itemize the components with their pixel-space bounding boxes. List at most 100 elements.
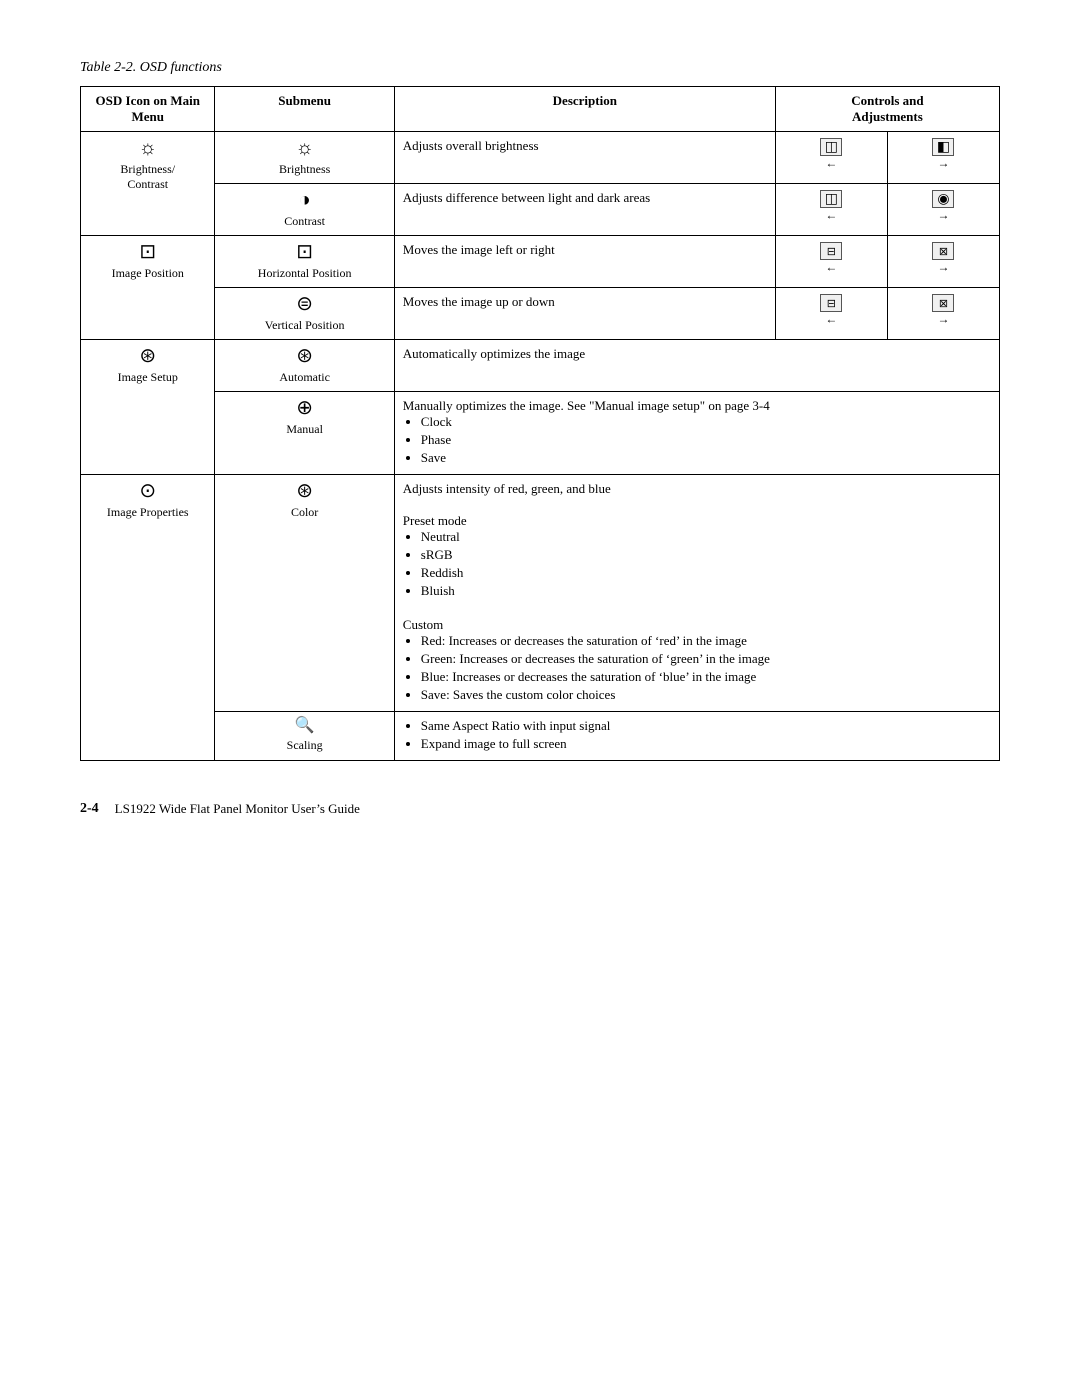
submenu-horiz-pos: ⊡ Horizontal Position — [215, 236, 394, 288]
contrast-icon: ◑ — [299, 190, 311, 210]
header-col1-line2: Menu — [131, 109, 164, 124]
submenu-brightness: ☼ Brightness — [215, 132, 394, 184]
image-position-label: Image Position — [112, 266, 184, 281]
ctrl-arrow-cr: → — [937, 208, 949, 223]
desc-horiz-pos: Moves the image left or right — [394, 236, 775, 288]
contrast-label: Contrast — [284, 214, 325, 229]
table-row: 🔍 Scaling Same Aspect Ratio with input s… — [81, 712, 1000, 761]
ctrl-arrow-hl: ← — [825, 260, 837, 275]
ctrl-arrow-bl: ← — [825, 156, 837, 171]
custom-green: Green: Increases or decreases the satura… — [421, 651, 991, 667]
scaling-expand: Expand image to full screen — [421, 736, 991, 752]
custom-bullets: Red: Increases or decreases the saturati… — [403, 633, 991, 703]
submenu-manual: ⊕ Manual — [215, 392, 394, 475]
custom-blue: Blue: Increases or decreases the saturat… — [421, 669, 991, 685]
vert-pos-label: Vertical Position — [265, 318, 345, 333]
brightness-contrast-icon: ☼ — [139, 138, 157, 158]
table-row: ⊛ Image Setup ⊛ Automatic Automatically … — [81, 340, 1000, 392]
desc-vert-pos: Moves the image up or down — [394, 288, 775, 340]
image-position-icon: ⊡ — [139, 242, 156, 262]
scaling-icon: 🔍 — [295, 718, 315, 734]
submenu-contrast: ◑ Contrast — [215, 184, 394, 236]
preset-neutral: Neutral — [421, 529, 991, 545]
ctrl-icon-hr: ⊠ — [932, 242, 954, 260]
ctrl-vert-right: ⊠ → — [887, 288, 999, 340]
ctrl-arrow-cl: ← — [825, 208, 837, 223]
preset-reddish: Reddish — [421, 565, 991, 581]
ctrl-brightness-right: ◧ → — [887, 132, 999, 184]
preset-mode-bullets: Neutral sRGB Reddish Bluish — [403, 529, 991, 599]
ctrl-arrow-br: → — [937, 156, 949, 171]
image-properties-label: Image Properties — [107, 505, 189, 520]
ctrl-icon-bl: ◫ — [820, 138, 842, 156]
table-row: ⊜ Vertical Position Moves the image up o… — [81, 288, 1000, 340]
scaling-bullets: Same Aspect Ratio with input signal Expa… — [403, 718, 991, 752]
manual-label: Manual — [286, 422, 323, 437]
brightness-label: Brightness — [279, 162, 330, 177]
ctrl-icon-vl: ⊟ — [820, 294, 842, 312]
table-title: Table 2-2. OSD functions — [80, 60, 1000, 76]
ctrl-contrast-right: ◉ → — [887, 184, 999, 236]
ctrl-brightness-left: ◫ ← — [775, 132, 887, 184]
automatic-label: Automatic — [279, 370, 330, 385]
manual-bullets: Clock Phase Save — [403, 414, 991, 466]
footer-text: LS1922 Wide Flat Panel Monitor User’s Gu… — [115, 801, 360, 817]
horiz-pos-icon: ⊡ — [296, 242, 313, 262]
ctrl-icon-hl: ⊟ — [820, 242, 842, 260]
desc-contrast: Adjusts difference between light and dar… — [394, 184, 775, 236]
manual-bullet-clock: Clock — [421, 414, 991, 430]
desc-manual: Manually optimizes the image. See "Manua… — [394, 392, 999, 475]
footer: 2-4 LS1922 Wide Flat Panel Monitor User’… — [80, 801, 1000, 817]
ctrl-vert-left: ⊟ ← — [775, 288, 887, 340]
table-row: ⊕ Manual Manually optimizes the image. S… — [81, 392, 1000, 475]
ctrl-horiz-right: ⊠ → — [887, 236, 999, 288]
table-row: ⊡ Image Position ⊡ Horizontal Position M… — [81, 236, 1000, 288]
ctrl-icon-cl: ◫ — [820, 190, 842, 208]
header-col4-line1: Controls and — [851, 93, 923, 108]
header-col1-line1: OSD Icon on Main — [96, 93, 200, 108]
ctrl-icon-cr: ◉ — [932, 190, 954, 208]
desc-color: Adjusts intensity of red, green, and blu… — [394, 475, 999, 712]
main-icon-image-position: ⊡ Image Position — [81, 236, 215, 340]
image-setup-label: Image Setup — [118, 370, 178, 385]
header-col4-line2: Adjustments — [852, 109, 923, 124]
horiz-pos-label: Horizontal Position — [258, 266, 352, 281]
table-row: ⊙ Image Properties ⊛ Color Adjusts inten… — [81, 475, 1000, 712]
color-label: Color — [291, 505, 318, 520]
header-col1: OSD Icon on Main Menu — [81, 87, 215, 132]
desc-automatic: Automatically optimizes the image — [394, 340, 999, 392]
table-row: ◑ Contrast Adjusts difference between li… — [81, 184, 1000, 236]
preset-bluish: Bluish — [421, 583, 991, 599]
brightness-contrast-label: Brightness/Contrast — [120, 162, 175, 192]
preset-srgb: sRGB — [421, 547, 991, 563]
manual-bullet-phase: Phase — [421, 432, 991, 448]
submenu-vert-pos: ⊜ Vertical Position — [215, 288, 394, 340]
header-col2: Submenu — [215, 87, 394, 132]
ctrl-arrow-vr: → — [937, 312, 949, 327]
brightness-icon: ☼ — [295, 138, 313, 158]
submenu-scaling: 🔍 Scaling — [215, 712, 394, 761]
ctrl-icon-br: ◧ — [932, 138, 954, 156]
vert-pos-icon: ⊜ — [296, 294, 313, 314]
image-properties-icon: ⊙ — [139, 481, 156, 501]
manual-bullet-save: Save — [421, 450, 991, 466]
custom-save: Save: Saves the custom color choices — [421, 687, 991, 703]
desc-brightness: Adjusts overall brightness — [394, 132, 775, 184]
header-col4: Controls and Adjustments — [775, 87, 999, 132]
ctrl-arrow-hr: → — [937, 260, 949, 275]
desc-scaling: Same Aspect Ratio with input signal Expa… — [394, 712, 999, 761]
scaling-label: Scaling — [287, 738, 323, 753]
ctrl-horiz-left: ⊟ ← — [775, 236, 887, 288]
table-row: ☼ Brightness/Contrast ☼ Brightness Adjus… — [81, 132, 1000, 184]
automatic-icon: ⊛ — [296, 346, 313, 366]
submenu-color: ⊛ Color — [215, 475, 394, 712]
main-icon-image-properties: ⊙ Image Properties — [81, 475, 215, 761]
scaling-aspect: Same Aspect Ratio with input signal — [421, 718, 991, 734]
table-header-row: OSD Icon on Main Menu Submenu Descriptio… — [81, 87, 1000, 132]
image-setup-icon: ⊛ — [139, 346, 156, 366]
custom-red: Red: Increases or decreases the saturati… — [421, 633, 991, 649]
main-icon-image-setup: ⊛ Image Setup — [81, 340, 215, 475]
color-icon: ⊛ — [296, 481, 313, 501]
footer-page-num: 2-4 — [80, 801, 99, 817]
ctrl-contrast-left: ◫ ← — [775, 184, 887, 236]
